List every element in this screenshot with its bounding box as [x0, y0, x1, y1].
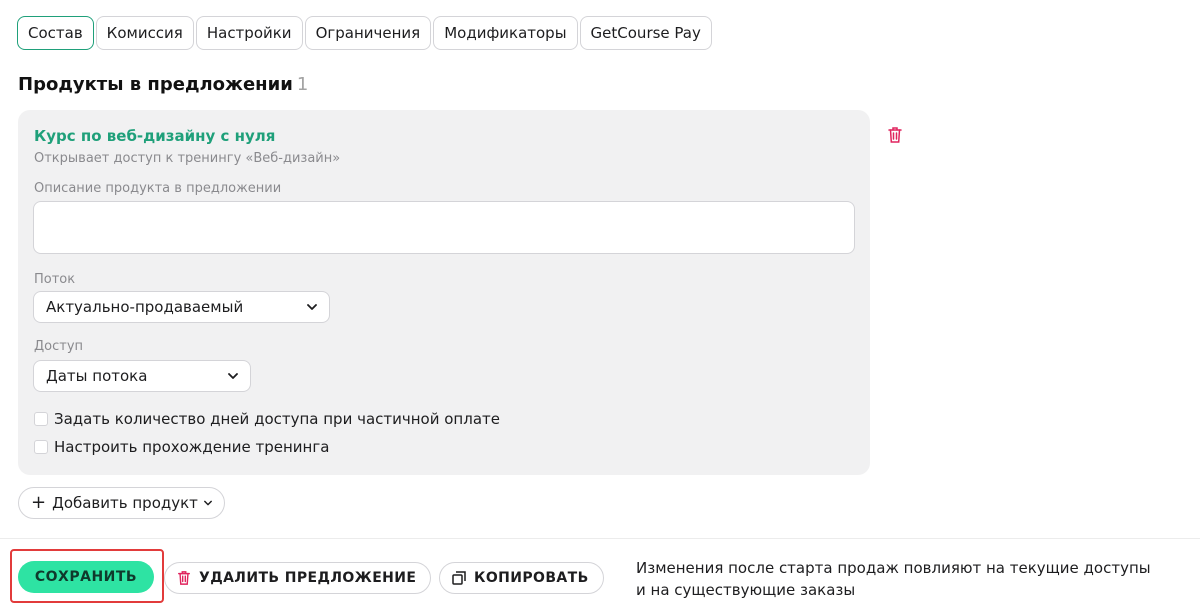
- tab-bar: Состав Комиссия Настройки Ограничения Мо…: [17, 16, 712, 50]
- training-setup-label: Настроить прохождение тренинга: [54, 438, 330, 456]
- copy-button[interactable]: КОПИРОВАТЬ: [439, 562, 604, 594]
- access-select[interactable]: Даты потока: [33, 360, 251, 392]
- stream-label: Поток: [34, 272, 76, 287]
- description-label: Описание продукта в предложении: [34, 181, 282, 196]
- tab-composition[interactable]: Состав: [17, 16, 94, 50]
- section-title: Продукты в предложении 1: [18, 74, 308, 95]
- training-setup-checkbox-row[interactable]: Настроить прохождение тренинга: [34, 438, 329, 456]
- product-card: Курс по веб-дизайну с нуля Открывает дос…: [18, 110, 870, 475]
- stream-select[interactable]: Актуально-продаваемый: [33, 291, 330, 323]
- access-select-value: Даты потока: [46, 367, 148, 385]
- copy-icon: [452, 571, 466, 585]
- delete-offer-button[interactable]: УДАЛИТЬ ПРЕДЛОЖЕНИЕ: [164, 562, 432, 594]
- trash-icon[interactable]: [887, 126, 903, 144]
- chevron-down-icon: [204, 500, 212, 506]
- stream-select-value: Актуально-продаваемый: [46, 298, 244, 316]
- product-name[interactable]: Курс по веб-дизайну с нуля: [34, 127, 275, 145]
- partial-payment-days-label: Задать количество дней доступа при части…: [54, 410, 500, 428]
- product-subtitle: Открывает доступ к тренингу «Веб-дизайн»: [34, 151, 341, 166]
- add-product-button[interactable]: + Добавить продукт: [18, 487, 225, 519]
- partial-payment-days-checkbox[interactable]: [34, 412, 48, 426]
- tab-getcourse-pay[interactable]: GetCourse Pay: [579, 16, 712, 50]
- chevron-down-icon: [307, 304, 317, 310]
- save-button[interactable]: СОХРАНИТЬ: [18, 561, 154, 593]
- changes-warning-note: Изменения после старта продаж повлияют н…: [636, 557, 1151, 601]
- delete-offer-label: УДАЛИТЬ ПРЕДЛОЖЕНИЕ: [199, 570, 417, 586]
- tab-settings[interactable]: Настройки: [195, 16, 303, 50]
- access-label: Доступ: [34, 339, 84, 354]
- plus-icon: +: [31, 492, 47, 513]
- trash-icon: [178, 571, 190, 585]
- add-product-label: Добавить продукт: [52, 494, 198, 512]
- changes-warning-line-2: и на существующие заказы: [636, 581, 856, 599]
- description-input[interactable]: [33, 201, 855, 254]
- copy-label: КОПИРОВАТЬ: [474, 570, 589, 586]
- tab-modifiers[interactable]: Модификаторы: [433, 16, 578, 50]
- training-setup-checkbox[interactable]: [34, 440, 48, 454]
- chevron-down-icon: [228, 373, 238, 379]
- section-title-text: Продукты в предложении: [18, 74, 293, 95]
- product-count: 1: [296, 74, 309, 95]
- tab-commission[interactable]: Комиссия: [95, 16, 194, 50]
- tab-restrictions[interactable]: Ограничения: [304, 16, 432, 50]
- partial-payment-days-checkbox-row[interactable]: Задать количество дней доступа при части…: [34, 410, 500, 428]
- changes-warning-line-1: Изменения после старта продаж повлияют н…: [636, 559, 1151, 577]
